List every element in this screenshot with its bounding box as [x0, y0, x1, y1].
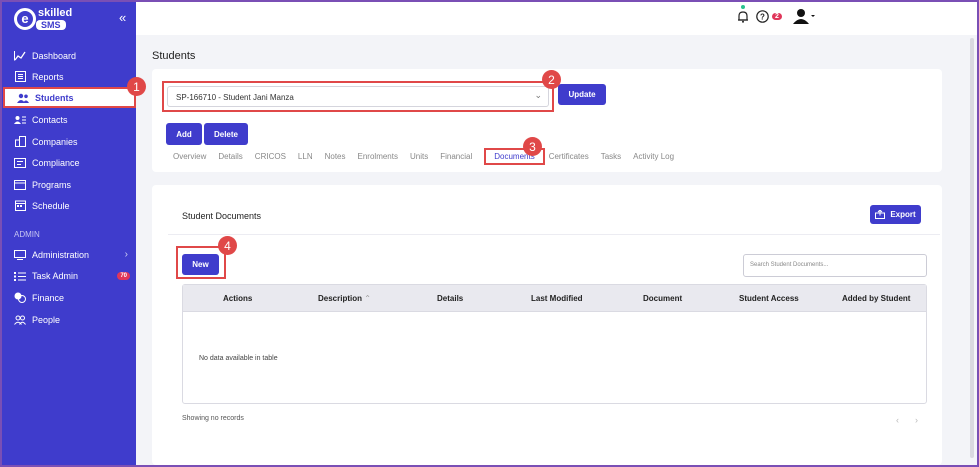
tab-activity-log[interactable]: Activity Log: [633, 152, 674, 165]
sidebar-item-students[interactable]: Students: [3, 87, 136, 108]
logo: e skilled SMS: [14, 7, 74, 34]
people-icon: [14, 314, 26, 326]
callout-3: 3: [523, 137, 542, 156]
chevron-right-icon: ›: [124, 249, 128, 260]
tab-financial[interactable]: Financial: [440, 152, 472, 165]
logo-name: skilled: [38, 7, 73, 19]
sidebar-item-dashboard[interactable]: Dashboard: [2, 45, 136, 66]
search-documents-input[interactable]: Search Student Documents...: [743, 254, 927, 277]
scrollbar-thumb[interactable]: [970, 38, 974, 458]
sidebar-item-label: Contacts: [32, 114, 68, 125]
programs-icon: [14, 179, 26, 191]
tab-cricos[interactable]: CRICOS: [255, 152, 286, 165]
callout-2: 2: [542, 70, 561, 89]
users-icon: [17, 92, 29, 104]
tab-enrolments[interactable]: Enrolments: [358, 152, 398, 165]
next-page-button[interactable]: ›: [915, 415, 918, 425]
app-window: e skilled SMS « Dashboard Reports Studen…: [2, 2, 977, 465]
help-count-badge: 2: [772, 13, 782, 20]
sidebar-item-reports[interactable]: Reports: [2, 66, 136, 87]
report-icon: [14, 71, 26, 83]
sidebar-item-label: Task Admin: [32, 270, 79, 281]
admin-icon: [14, 249, 26, 261]
building-icon: [14, 136, 26, 148]
logo-e: e: [14, 8, 36, 30]
export-icon: [875, 210, 886, 219]
col-document[interactable]: Document: [643, 294, 682, 303]
col-added-by-student[interactable]: Added by Student: [842, 294, 910, 303]
new-button[interactable]: New: [182, 254, 219, 275]
tasks-icon: [14, 270, 26, 282]
top-bar: [136, 2, 977, 35]
task-count-badge: 70: [117, 271, 130, 280]
contacts-icon: [14, 114, 26, 126]
update-button[interactable]: Update: [558, 84, 606, 105]
student-tabs: Overview Details CRICOS LLN Notes Enrolm…: [173, 148, 686, 165]
sidebar-item-label: Finance: [32, 292, 65, 303]
table-header: Actions Description ⌃ Details Last Modif…: [183, 285, 926, 312]
tab-lln[interactable]: LLN: [298, 152, 313, 165]
records-info: Showing no records: [182, 415, 244, 422]
export-label: Export: [890, 210, 916, 219]
export-button[interactable]: Export: [870, 205, 921, 224]
page-title: Students: [152, 50, 196, 62]
sidebar-item-companies[interactable]: Companies: [2, 131, 136, 152]
col-student-access[interactable]: Student Access: [739, 294, 799, 303]
sidebar-item-label: Compliance: [32, 157, 80, 168]
documents-table: Actions Description ⌃ Details Last Modif…: [182, 284, 927, 404]
sidebar-item-label: Dashboard: [32, 50, 77, 61]
documents-title: Student Documents: [182, 211, 262, 221]
tab-details[interactable]: Details: [218, 152, 242, 165]
sidebar-item-task-admin[interactable]: Task Admin 70: [2, 265, 136, 286]
col-description[interactable]: Description ⌃: [318, 294, 371, 303]
sidebar: e skilled SMS « Dashboard Reports Studen…: [2, 2, 136, 465]
sidebar-section-admin: ADMIN: [14, 230, 40, 239]
sort-icon: ⌃: [364, 294, 371, 303]
sidebar-item-label: People: [32, 314, 61, 325]
prev-page-button[interactable]: ‹: [896, 415, 899, 425]
col-last-modified[interactable]: Last Modified: [531, 294, 583, 303]
tab-certificates[interactable]: Certificates: [549, 152, 589, 165]
sidebar-item-label: Schedule: [32, 200, 70, 211]
finance-icon: [14, 292, 26, 304]
empty-table-message: No data available in table: [199, 355, 278, 362]
sidebar-item-people[interactable]: People: [2, 309, 136, 330]
callout-1: 1: [127, 77, 146, 96]
calendar-icon: [14, 200, 26, 212]
tab-notes[interactable]: Notes: [325, 152, 346, 165]
col-details[interactable]: Details: [437, 294, 463, 303]
sidebar-item-finance[interactable]: Finance: [2, 287, 136, 308]
bell-icon[interactable]: [737, 10, 749, 26]
tab-units[interactable]: Units: [410, 152, 428, 165]
tab-tasks[interactable]: Tasks: [601, 152, 621, 165]
chevron-down-icon: ⌄: [534, 90, 542, 100]
compliance-icon: [14, 157, 26, 169]
sidebar-item-label: Students: [35, 92, 74, 103]
delete-button[interactable]: Delete: [204, 123, 248, 145]
notification-dot: [741, 5, 745, 9]
col-description-label: Description: [318, 294, 363, 303]
sidebar-item-label: Companies: [32, 136, 78, 147]
user-avatar-icon[interactable]: [793, 8, 815, 27]
sidebar-item-label: Reports: [32, 71, 64, 82]
logo-sms: SMS: [36, 20, 66, 30]
svg-text:?: ?: [760, 12, 765, 21]
add-button[interactable]: Add: [166, 123, 202, 145]
collapse-sidebar-icon[interactable]: «: [119, 10, 126, 25]
callout-4: 4: [218, 236, 237, 255]
help-icon[interactable]: ?: [756, 10, 769, 26]
sidebar-item-label: Administration: [32, 249, 90, 260]
sidebar-item-compliance[interactable]: Compliance: [2, 152, 136, 173]
student-select-value: SP-166710 - Student Jani Manza: [176, 93, 294, 102]
sidebar-item-schedule[interactable]: Schedule: [2, 195, 136, 216]
tab-overview[interactable]: Overview: [173, 152, 206, 165]
sidebar-item-label: Programs: [32, 179, 72, 190]
sidebar-item-contacts[interactable]: Contacts: [2, 109, 136, 130]
chart-line-icon: [14, 50, 26, 62]
student-select[interactable]: SP-166710 - Student Jani Manza ⌄: [162, 81, 554, 112]
divider: [168, 234, 940, 235]
sidebar-item-programs[interactable]: Programs: [2, 174, 136, 195]
col-actions[interactable]: Actions: [223, 294, 252, 303]
sidebar-item-administration[interactable]: Administration ›: [2, 244, 136, 265]
